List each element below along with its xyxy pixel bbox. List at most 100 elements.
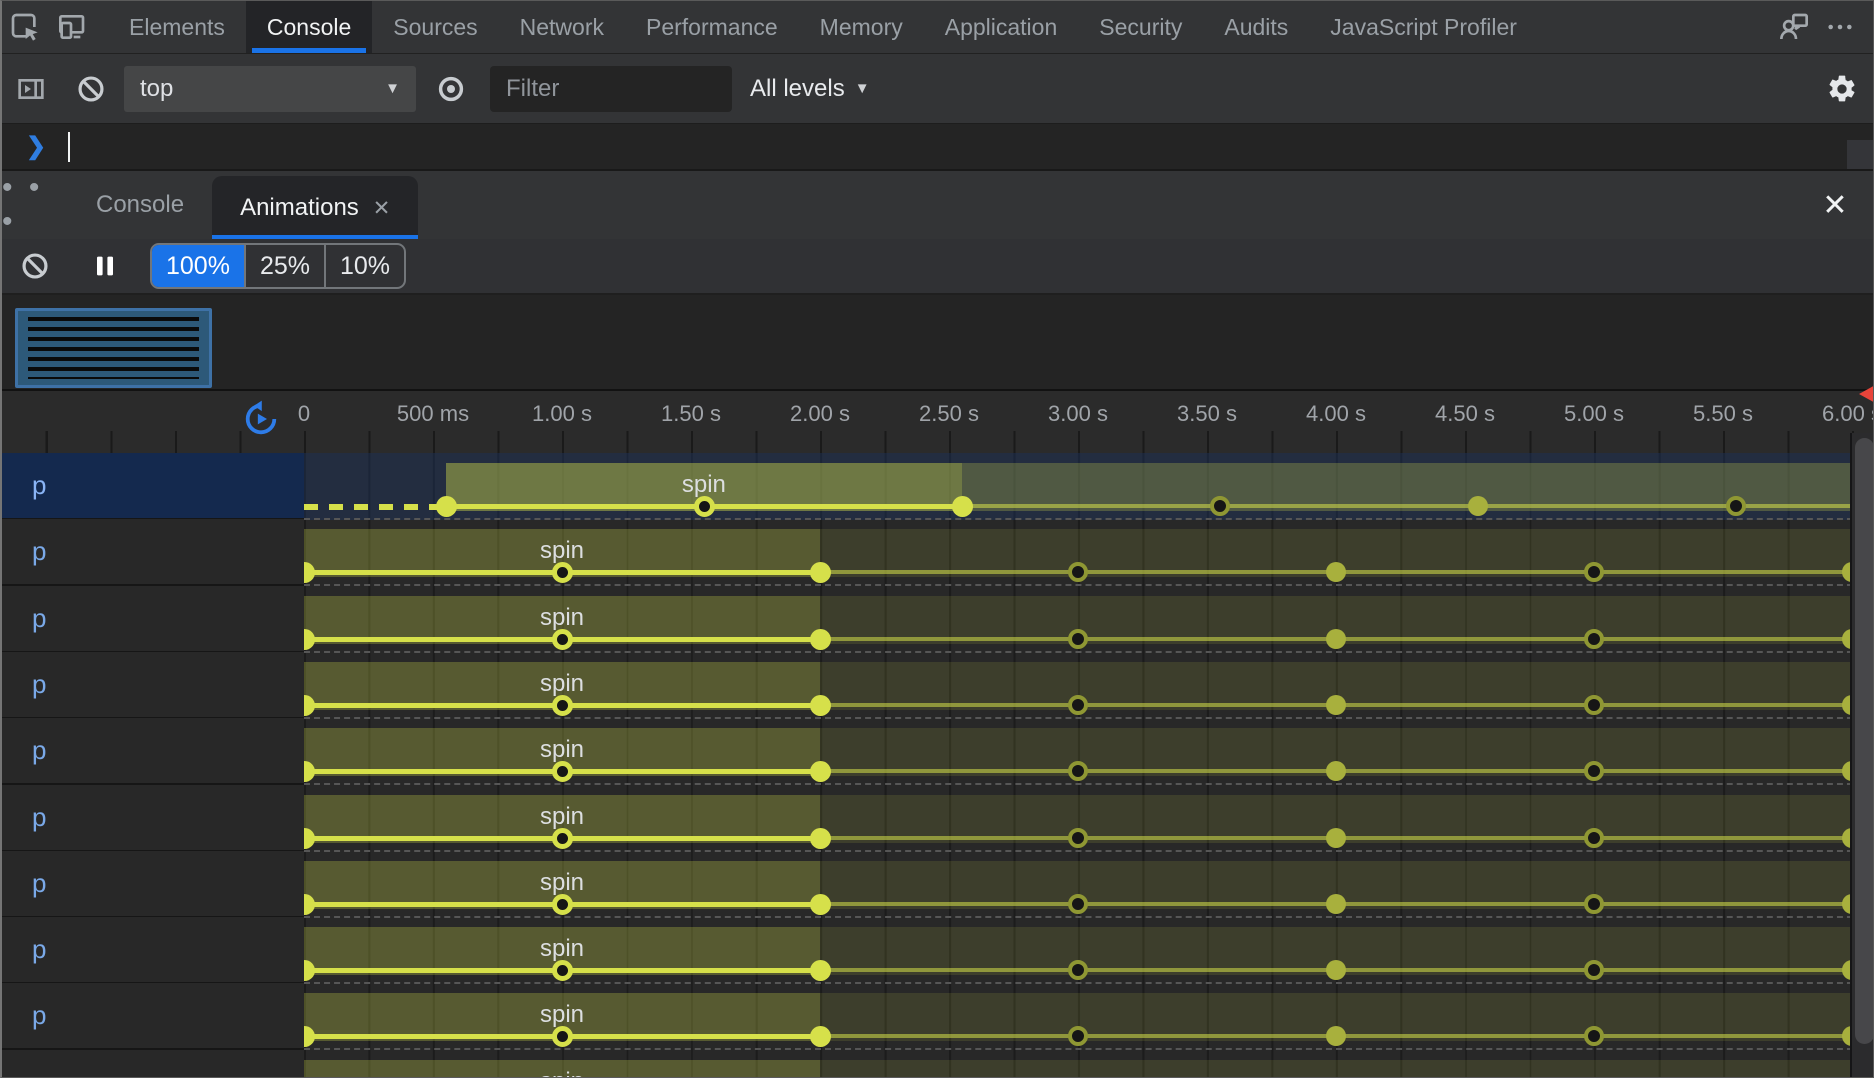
- animation-row[interactable]: spinp: [2, 851, 1873, 918]
- keyframe-point[interactable]: [1068, 629, 1088, 649]
- tab-sources[interactable]: Sources: [372, 1, 498, 53]
- animation-row[interactable]: spinp: [2, 586, 1873, 653]
- scrollbar-thumb[interactable]: [1855, 438, 1874, 1044]
- keyframe-point[interactable]: [552, 695, 573, 716]
- keyframe-point[interactable]: [810, 828, 831, 849]
- keyframe-point[interactable]: [552, 562, 573, 583]
- keyframe-point[interactable]: [1326, 894, 1346, 914]
- animation-node-label[interactable]: p: [2, 519, 304, 586]
- vertical-scrollbar[interactable]: [1850, 433, 1874, 1078]
- tab-application[interactable]: Application: [924, 1, 1079, 53]
- keyframe-point[interactable]: [1468, 496, 1488, 516]
- keyframe-point[interactable]: [1068, 894, 1088, 914]
- tab-memory[interactable]: Memory: [799, 1, 924, 53]
- tab-elements[interactable]: Elements: [108, 1, 246, 53]
- keyframe-point[interactable]: [1584, 1026, 1604, 1046]
- keyframe-point[interactable]: [1584, 562, 1604, 582]
- tab-security[interactable]: Security: [1078, 1, 1203, 53]
- close-tab-icon[interactable]: ✕: [373, 196, 391, 221]
- keyframe-point[interactable]: [810, 562, 831, 583]
- animation-row[interactable]: spinp: [2, 1050, 1873, 1078]
- tab-network[interactable]: Network: [499, 1, 625, 53]
- animation-node-label[interactable]: p: [2, 718, 304, 785]
- keyframe-point[interactable]: [1068, 761, 1088, 781]
- keyframe-point[interactable]: [1068, 828, 1088, 848]
- animation-row[interactable]: spinp: [2, 718, 1873, 785]
- animation-node-label[interactable]: p: [2, 917, 304, 984]
- device-toolbar-button[interactable]: [48, 1, 94, 53]
- animation-row[interactable]: spinp: [2, 519, 1873, 586]
- speed-button-10-[interactable]: 10%: [324, 245, 404, 287]
- animation-row[interactable]: spinp: [2, 983, 1873, 1050]
- animation-node-label[interactable]: p: [2, 851, 304, 918]
- console-prompt[interactable]: ❯: [2, 124, 1873, 169]
- javascript-context-select[interactable]: top ▼: [124, 66, 416, 112]
- keyframe-point[interactable]: [1326, 960, 1346, 980]
- clear-console-button[interactable]: [68, 54, 114, 123]
- animation-row[interactable]: spinp: [2, 453, 1873, 520]
- keyframe-point[interactable]: [1068, 562, 1088, 582]
- animation-node-label[interactable]: p: [2, 1050, 304, 1078]
- drawer-tab-console[interactable]: Console: [68, 171, 212, 239]
- keyframe-point[interactable]: [552, 960, 573, 981]
- keyframe-point[interactable]: [810, 695, 831, 716]
- tab-console[interactable]: Console: [246, 1, 372, 53]
- keyframe-point[interactable]: [1584, 695, 1604, 715]
- keyframe-point[interactable]: [810, 1026, 831, 1047]
- animation-node-label[interactable]: p: [2, 453, 304, 520]
- animation-node-label[interactable]: p: [2, 785, 304, 852]
- timeline-scrubber-handle[interactable]: [1859, 383, 1874, 405]
- keyframe-point[interactable]: [1326, 695, 1346, 715]
- keyframe-point[interactable]: [1326, 1026, 1346, 1046]
- clear-animations-button[interactable]: [12, 239, 58, 293]
- keyframe-point[interactable]: [552, 629, 573, 650]
- animation-preview-thumbnail[interactable]: [15, 308, 212, 388]
- log-levels-dropdown[interactable]: All levels ▼: [750, 75, 870, 103]
- more-tools-button[interactable]: • • •: [2, 171, 68, 239]
- animation-node-label[interactable]: p: [2, 983, 304, 1050]
- speed-button-100-[interactable]: 100%: [152, 245, 244, 287]
- keyframe-point[interactable]: [810, 629, 831, 650]
- keyframe-point[interactable]: [810, 761, 831, 782]
- drawer-tab-animations[interactable]: Animations ✕: [212, 176, 418, 240]
- speed-button-25-[interactable]: 25%: [244, 245, 324, 287]
- keyframe-point[interactable]: [1726, 496, 1746, 516]
- animation-node-label[interactable]: p: [2, 586, 304, 653]
- animation-row[interactable]: spinp: [2, 785, 1873, 852]
- keyframe-point[interactable]: [810, 960, 831, 981]
- keyframe-point[interactable]: [1584, 894, 1604, 914]
- keyframe-point[interactable]: [810, 894, 831, 915]
- animation-node-label[interactable]: p: [2, 652, 304, 719]
- keyframe-point[interactable]: [1326, 761, 1346, 781]
- more-options-button[interactable]: [1817, 11, 1863, 43]
- keyframe-point[interactable]: [552, 828, 573, 849]
- keyframe-point[interactable]: [1584, 828, 1604, 848]
- inspect-element-button[interactable]: [2, 1, 48, 53]
- keyframe-point[interactable]: [552, 894, 573, 915]
- keyframe-point[interactable]: [1068, 1026, 1088, 1046]
- keyframe-point[interactable]: [436, 496, 457, 517]
- keyframe-point[interactable]: [1326, 828, 1346, 848]
- close-drawer-button[interactable]: ✕: [1813, 188, 1857, 223]
- keyframe-point[interactable]: [1068, 960, 1088, 980]
- keyframe-point[interactable]: [552, 1026, 573, 1047]
- user-feedback-button[interactable]: [1771, 11, 1817, 43]
- pause-all-animations-button[interactable]: [82, 239, 128, 293]
- tab-javascript-profiler[interactable]: JavaScript Profiler: [1309, 1, 1538, 53]
- tab-audits[interactable]: Audits: [1203, 1, 1309, 53]
- console-filter-input[interactable]: [490, 66, 732, 112]
- keyframe-point[interactable]: [552, 761, 573, 782]
- animation-row[interactable]: spinp: [2, 652, 1873, 719]
- console-settings-button[interactable]: [1819, 54, 1865, 123]
- keyframe-point[interactable]: [1068, 695, 1088, 715]
- console-sidebar-toggle-button[interactable]: [8, 54, 54, 123]
- animation-row[interactable]: spinp: [2, 917, 1873, 984]
- keyframe-point[interactable]: [1326, 629, 1346, 649]
- keyframe-point[interactable]: [952, 496, 973, 517]
- keyframe-point[interactable]: [1210, 496, 1230, 516]
- keyframe-point[interactable]: [1584, 761, 1604, 781]
- keyframe-point[interactable]: [1584, 960, 1604, 980]
- live-expression-button[interactable]: [428, 54, 474, 123]
- keyframe-point[interactable]: [1584, 629, 1604, 649]
- keyframe-point[interactable]: [694, 496, 715, 517]
